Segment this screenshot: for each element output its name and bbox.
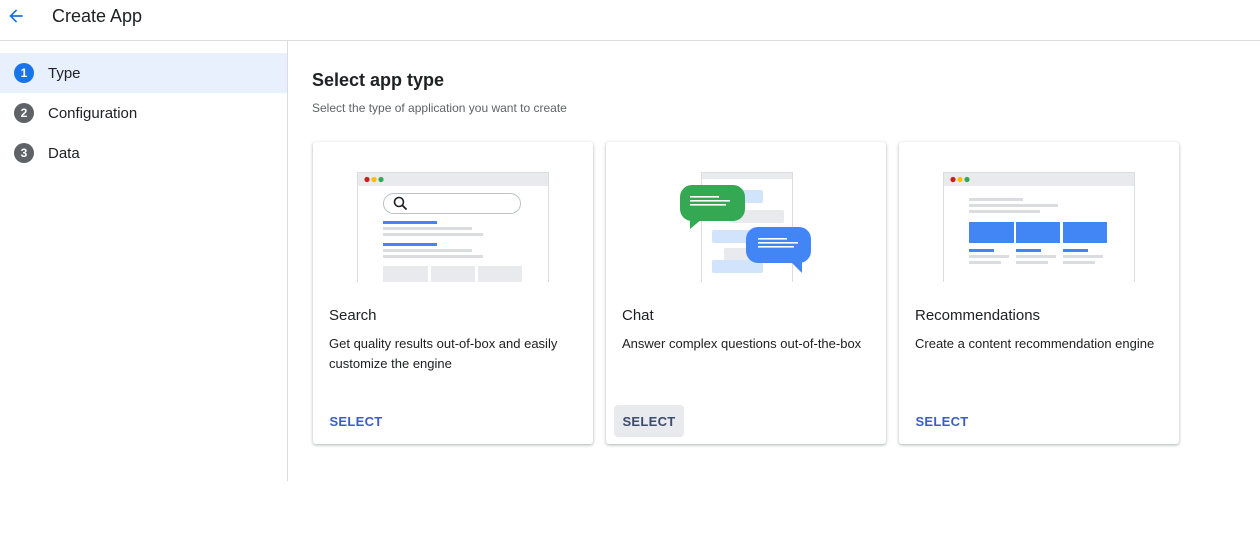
app-type-card-chat[interactable]: Chat Answer complex questions out-of-the… (606, 142, 886, 444)
step-number-badge: 2 (14, 103, 34, 123)
chat-illustration (606, 142, 886, 282)
section-subtitle: Select the type of application you want … (312, 101, 567, 115)
card-title: Recommendations (915, 307, 1041, 324)
card-description: Create a content recommendation engine (915, 336, 1155, 351)
step-label: Configuration (48, 104, 138, 122)
step-label: Type (48, 64, 81, 82)
stepper-sidebar: 1 Type 2 Configuration 3 Data (0, 41, 288, 481)
search-illustration (313, 142, 593, 282)
app-type-card-search[interactable]: Search Get quality results out-of-box an… (313, 142, 593, 444)
step-type[interactable]: 1 Type (0, 53, 287, 93)
back-button[interactable] (4, 4, 28, 28)
section-title: Select app type (312, 70, 445, 90)
step-label: Data (48, 144, 80, 162)
select-search-button[interactable]: SELECT (321, 405, 391, 437)
step-configuration[interactable]: 2 Configuration (0, 93, 287, 133)
arrow-back-icon (9, 9, 23, 23)
card-title: Chat (622, 307, 654, 324)
card-title: Search (329, 307, 377, 324)
select-recommendations-button[interactable]: SELECT (907, 405, 977, 437)
step-number-badge: 1 (14, 63, 34, 83)
recommendations-illustration (899, 142, 1179, 282)
step-data[interactable]: 3 Data (0, 133, 287, 173)
select-chat-button[interactable]: SELECT (614, 405, 684, 437)
card-description: Answer complex questions out-of-the-box (622, 336, 862, 351)
page-title: Create App (52, 6, 143, 26)
card-description: Get quality results out-of-box and easil… (329, 336, 558, 371)
top-bar: Create App (0, 0, 1260, 41)
step-number-badge: 3 (14, 143, 34, 163)
app-type-card-recommendations[interactable]: Recommendations Create a content recomme… (899, 142, 1179, 444)
